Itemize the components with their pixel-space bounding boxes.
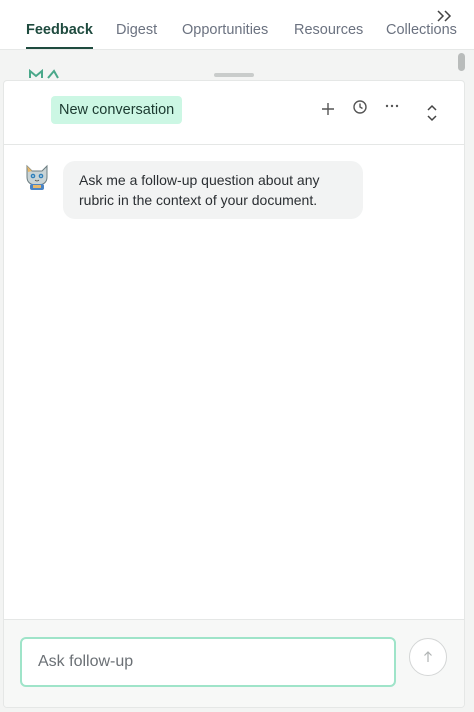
chat-panel: New conversation Ask me a follow-up ques…: [3, 80, 465, 708]
arrow-up-icon: [424, 651, 432, 662]
new-conversation-button[interactable]: New conversation: [51, 96, 183, 124]
drag-handle[interactable]: [214, 73, 254, 77]
active-tab-indicator: [26, 47, 93, 49]
history-clock-icon[interactable]: [350, 97, 370, 117]
composer: [4, 619, 464, 707]
tab-feedback[interactable]: Feedback: [26, 21, 93, 39]
scrollbar-thumb[interactable]: [458, 53, 465, 71]
message-list: Ask me a follow-up question about any ru…: [4, 145, 464, 619]
tab-resources[interactable]: Resources: [294, 21, 363, 39]
expand-collapse-icon[interactable]: [422, 103, 442, 123]
tab-bar: Feedback Digest Opportunities Resources …: [0, 0, 474, 50]
plus-icon[interactable]: [318, 99, 338, 119]
cat-avatar-icon: [24, 163, 50, 191]
tab-opportunities[interactable]: Opportunities: [182, 21, 268, 39]
chat-header: New conversation: [4, 81, 464, 145]
tab-digest[interactable]: Digest: [116, 21, 157, 39]
send-button[interactable]: [409, 638, 447, 676]
followup-input[interactable]: [20, 637, 396, 687]
scrollbar[interactable]: [458, 50, 466, 74]
more-horizontal-icon[interactable]: [382, 96, 402, 116]
double-chevron-right-icon[interactable]: [436, 8, 454, 26]
assistant-message-bubble: Ask me a follow-up question about any ru…: [63, 161, 363, 219]
